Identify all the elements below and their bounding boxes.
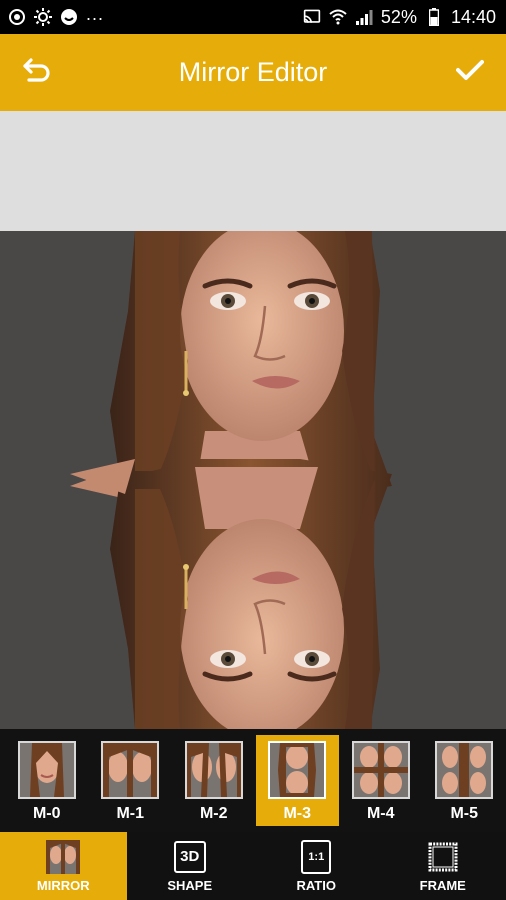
ratio-icon-text: 1:1 bbox=[301, 839, 332, 874]
status-bar: ... 52% 14:40 bbox=[0, 0, 506, 34]
nav-label: MIRROR bbox=[36, 877, 90, 893]
preset-m2[interactable]: M-2 bbox=[172, 735, 256, 826]
mirror-canvas[interactable] bbox=[0, 231, 506, 729]
notification-dots: ... bbox=[86, 3, 105, 24]
status-right: 52% 14:40 bbox=[303, 7, 496, 28]
canvas-padding-area bbox=[0, 111, 506, 231]
preset-thumbnail bbox=[184, 741, 243, 799]
nav-label: SHAPE bbox=[167, 877, 213, 893]
status-time: 14:40 bbox=[450, 6, 496, 27]
preset-m0[interactable]: M-0 bbox=[5, 735, 89, 826]
preset-thumbnail bbox=[351, 741, 410, 799]
preset-thumbnail bbox=[101, 741, 160, 799]
mirror-preset-strip[interactable]: M-0 M-1 M-2 M-3 M-4 M-5 bbox=[0, 729, 506, 832]
preset-label: M-4 bbox=[366, 805, 395, 822]
preset-label: M-2 bbox=[199, 805, 228, 822]
preset-thumbnail bbox=[268, 741, 327, 799]
mirror-thumbnail-icon bbox=[46, 839, 81, 874]
page-title: Mirror Editor bbox=[178, 57, 328, 87]
preset-m4[interactable]: M-4 bbox=[339, 735, 423, 826]
preset-label: M-1 bbox=[116, 805, 145, 822]
done-button[interactable] bbox=[452, 54, 488, 90]
wifi-icon bbox=[329, 8, 347, 26]
nav-shape[interactable]: 3D SHAPE bbox=[127, 832, 254, 900]
preset-m1[interactable]: M-1 bbox=[89, 735, 173, 826]
app-bar: Mirror Editor bbox=[0, 34, 506, 111]
nav-frame[interactable]: FRAME bbox=[380, 832, 506, 900]
nav-mirror[interactable]: MIRROR bbox=[0, 832, 127, 900]
bottom-nav: MIRROR 3D SHAPE 1:1 RATIO FRAME bbox=[0, 832, 506, 900]
preset-thumbnail bbox=[17, 741, 76, 799]
check-icon bbox=[456, 59, 484, 86]
status-left: ... bbox=[8, 4, 104, 26]
battery-icon bbox=[425, 8, 443, 26]
nav-label: FRAME bbox=[419, 877, 466, 893]
undo-icon bbox=[21, 57, 51, 88]
ratio-icon: 1:1 bbox=[299, 839, 333, 874]
nav-label: RATIO bbox=[296, 877, 336, 893]
battery-percent: 52% bbox=[380, 6, 417, 27]
preset-thumbnail bbox=[435, 741, 494, 799]
preset-label: M-0 bbox=[32, 805, 61, 822]
preset-label: M-3 bbox=[283, 805, 312, 822]
signal-icon bbox=[355, 8, 373, 26]
cast-icon bbox=[303, 8, 321, 26]
preset-m5[interactable]: M-5 bbox=[423, 735, 506, 826]
frame-icon bbox=[426, 840, 460, 874]
preset-label: M-5 bbox=[450, 805, 479, 822]
3d-icon-text: 3D bbox=[173, 840, 206, 873]
brightness-icon bbox=[34, 8, 52, 26]
mirrored-photo bbox=[0, 231, 506, 729]
back-button[interactable] bbox=[18, 54, 54, 90]
record-icon bbox=[8, 8, 26, 26]
nav-ratio[interactable]: 1:1 RATIO bbox=[253, 832, 380, 900]
smiley-icon bbox=[60, 8, 78, 26]
3d-icon: 3D bbox=[173, 840, 207, 874]
preset-m3[interactable]: M-3 bbox=[255, 735, 339, 826]
